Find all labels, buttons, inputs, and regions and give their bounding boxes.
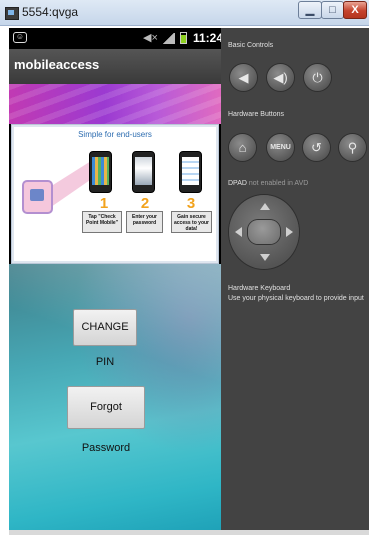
search-icon[interactable]: ⚲: [339, 134, 366, 161]
home-icon[interactable]: ⌂: [229, 134, 256, 161]
step-number: 1: [99, 195, 109, 212]
header-banner: [9, 84, 221, 124]
dpad-down-icon[interactable]: [260, 254, 270, 261]
checkpoint-app-icon: [22, 180, 53, 214]
dpad-up-icon[interactable]: [260, 203, 270, 210]
hardware-buttons-label: Hardware Buttons: [228, 111, 285, 118]
signal-icon: [161, 33, 175, 44]
back-icon[interactable]: ↺: [303, 134, 330, 161]
app-title: mobileaccess: [14, 57, 100, 72]
status-time: 11:24: [193, 31, 221, 45]
mute-icon: ◀×: [143, 32, 158, 44]
phone-password-screen-image: [132, 151, 155, 193]
emulator-controls-panel: Basic Controls ◀ ◀) ⏻ Hardware Buttons ⌂…: [221, 28, 369, 530]
minimize-button[interactable]: ▁: [298, 1, 322, 19]
dpad-note: not enabled in AVD: [248, 180, 309, 187]
volume-up-icon[interactable]: ◀): [267, 64, 294, 91]
dpad-label: DPAD not enabled in AVD: [228, 180, 308, 187]
dpad[interactable]: [229, 195, 299, 269]
onboarding-illustration: Simple for end-users 1 2 3 Tap "Check Po…: [11, 124, 219, 264]
maximize-button[interactable]: □: [321, 1, 344, 19]
window-title: 5554:qvga: [22, 5, 79, 19]
power-icon[interactable]: ⏻: [304, 64, 331, 91]
close-button[interactable]: X: [343, 1, 367, 19]
window-bottom-edge: [9, 530, 369, 535]
usb-debug-icon: ☺: [13, 32, 27, 43]
step-number: 3: [186, 195, 196, 212]
hardware-keyboard-info: Hardware Keyboard Use your physical keyb…: [228, 284, 368, 304]
illustration-title: Simple for end-users: [78, 130, 152, 139]
app-title-bar: mobileaccess: [9, 49, 221, 84]
dpad-title: DPAD: [228, 180, 247, 187]
basic-controls-label: Basic Controls: [228, 42, 274, 49]
forgot-password-button[interactable]: Forgot Password: [67, 386, 145, 454]
battery-icon: [180, 32, 187, 44]
status-bar: ☺ ◀× 11:24: [9, 28, 221, 49]
menu-button[interactable]: MENU: [267, 134, 294, 161]
pointer-beam: [51, 161, 91, 207]
step-number: 2: [140, 195, 150, 212]
emulator-window-icon: [5, 7, 19, 20]
keyboard-description: Use your physical keyboard to provide in…: [228, 295, 364, 302]
dpad-center-button[interactable]: [248, 220, 280, 244]
dpad-left-icon[interactable]: [235, 227, 242, 237]
dpad-right-icon[interactable]: [286, 227, 293, 237]
window-titlebar: 5554:qvga ▁ □ X: [0, 0, 369, 26]
keyboard-title: Hardware Keyboard: [228, 285, 291, 292]
step-label: Enter your password: [126, 211, 163, 233]
step-label: Gain secure access to your data!: [171, 211, 212, 233]
step-label: Tap "Check Point Mobile": [82, 211, 122, 233]
change-pin-button[interactable]: CHANGE PIN: [73, 309, 137, 368]
phone-home-screen-image: [89, 151, 112, 193]
phone-data-screen-image: [179, 151, 202, 193]
volume-down-icon[interactable]: ◀: [230, 64, 257, 91]
